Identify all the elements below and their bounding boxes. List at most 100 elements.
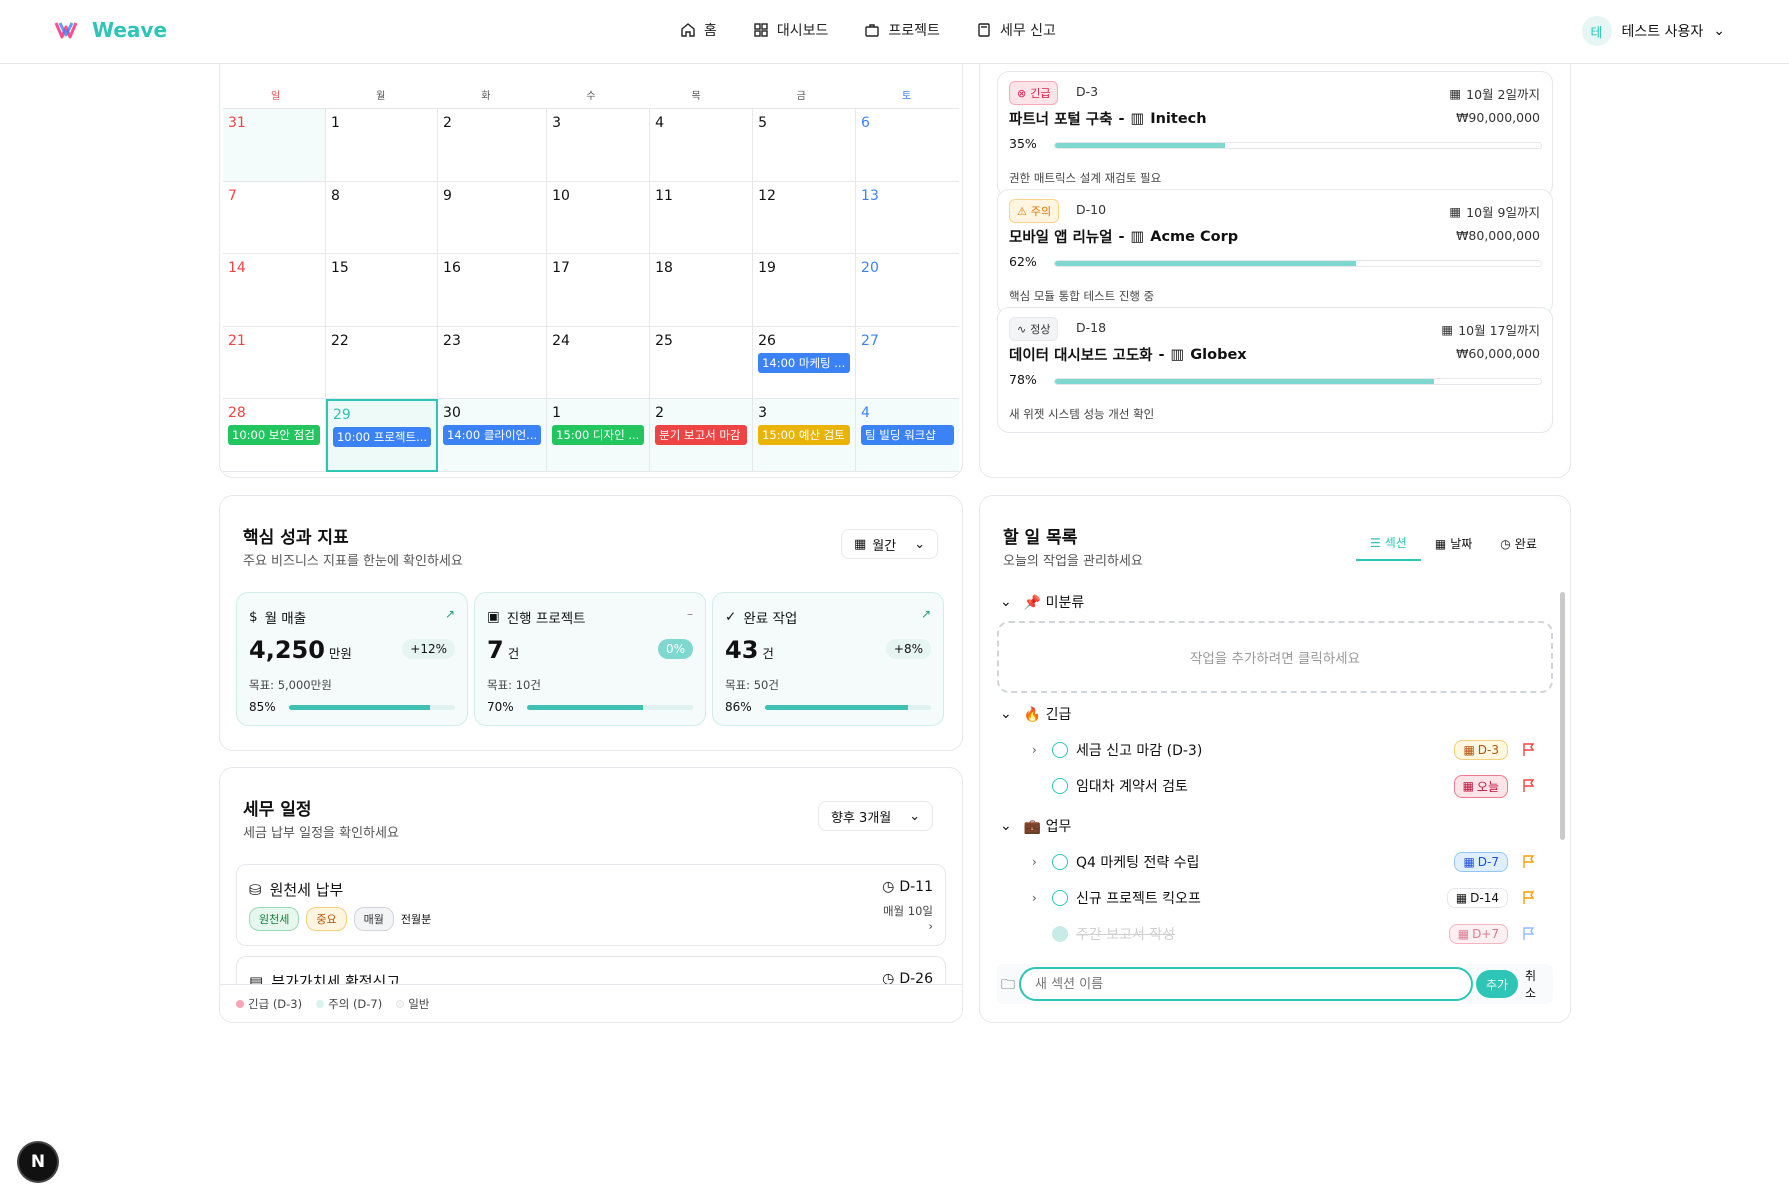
due-chip-label: D-3: [1477, 743, 1499, 757]
project-budget: ₩60,000,000: [1456, 346, 1540, 361]
calendar-day[interactable]: 25: [650, 326, 754, 399]
calendar-day[interactable]: 28 10:00 보안 점검: [223, 399, 326, 472]
calendar-day[interactable]: 19: [753, 254, 857, 327]
project-card[interactable]: ⚠ 주의 D-10 ▦ 10월 9일까지 모바일 앱 리뉴얼 - ▥ Acme Corp ₩80,…: [997, 189, 1553, 315]
flag-icon[interactable]: [1522, 743, 1536, 757]
calendar-event[interactable]: 15:00 예산 검토: [758, 425, 851, 445]
cancel-section-button[interactable]: 취소: [1517, 969, 1553, 1000]
chevron-right-icon[interactable]: ›: [1032, 891, 1046, 905]
tab-done[interactable]: ◷ 완료: [1486, 534, 1551, 561]
task-item[interactable]: › Q4 마케팅 전략 수립 ▦ D-7: [1032, 849, 1536, 875]
calendar-day[interactable]: 26 14:00 마케팅 ...: [753, 326, 857, 399]
calendar-day[interactable]: 21: [223, 326, 326, 399]
calendar-day[interactable]: 10: [547, 181, 651, 254]
calendar-day[interactable]: 30 14:00 클라이언...: [438, 399, 548, 472]
new-section-input[interactable]: [1019, 967, 1473, 1001]
calendar-day[interactable]: 12: [753, 181, 857, 254]
user-menu[interactable]: 테 테스트 사용자 ⌄: [1581, 16, 1725, 46]
calendar-day[interactable]: 2 분기 보고서 마감: [650, 399, 754, 472]
calendar-day[interactable]: 20: [856, 254, 959, 327]
flag-icon[interactable]: [1522, 779, 1536, 793]
calendar-day[interactable]: 14: [223, 254, 326, 327]
nav-dashboard[interactable]: 대시보드: [753, 20, 828, 40]
flag-icon[interactable]: [1522, 891, 1536, 905]
kpi-period-select[interactable]: ▦ 월간 ⌄: [841, 529, 939, 559]
legend-caution: 주의 (D-7): [316, 996, 382, 1012]
calendar-day[interactable]: 11: [650, 181, 754, 254]
calendar-day[interactable]: 24: [547, 326, 651, 399]
calendar-day[interactable]: 7: [223, 181, 326, 254]
group-urgent[interactable]: ⌄ 🔥 긴급: [1000, 704, 1071, 724]
calendar-event[interactable]: 15:00 디자인 ...: [552, 425, 645, 445]
calendar-event[interactable]: 10:00 보안 점검: [228, 425, 320, 445]
task-checkbox[interactable]: [1052, 926, 1068, 942]
add-task-dropzone[interactable]: 작업을 추가하려면 클릭하세요: [997, 621, 1553, 693]
tab-date[interactable]: ▦ 날짜: [1421, 534, 1486, 561]
task-checkbox[interactable]: [1052, 854, 1068, 870]
calendar-day[interactable]: 2: [438, 109, 548, 182]
calendar-event[interactable]: 팀 빌딩 워크샵: [861, 425, 954, 445]
kpi-metric-card[interactable]: $ 월 매출 ↗ 4,250 만원 +12% 목표: 5,000만원 85%: [236, 592, 468, 726]
calendar-day[interactable]: 23: [438, 326, 548, 399]
calendar-day[interactable]: 27: [856, 327, 959, 399]
calendar-day[interactable]: 17: [547, 254, 651, 327]
calendar-event[interactable]: 14:00 클라이언...: [443, 425, 542, 445]
flag-icon[interactable]: [1522, 855, 1536, 869]
calendar-day[interactable]: 29 10:00 프로젝트...: [325, 399, 439, 472]
nav-tax[interactable]: 세무 신고: [976, 20, 1056, 40]
add-section-button[interactable]: 추가: [1476, 970, 1519, 998]
project-card[interactable]: ∿ 정상 D-18 ▦ 10월 17일까지 데이터 대시보드 고도화 - ▥ Globex ₩60…: [997, 307, 1553, 433]
task-checkbox[interactable]: [1052, 778, 1068, 794]
calendar-day[interactable]: 22: [325, 326, 439, 399]
calendar-day[interactable]: 15: [325, 254, 439, 327]
calendar-day[interactable]: 3: [547, 109, 651, 182]
project-title: 파트너 포털 구축: [1009, 112, 1113, 128]
task-checkbox[interactable]: [1052, 890, 1068, 906]
calendar-day[interactable]: 6: [856, 109, 959, 182]
chevron-right-icon[interactable]: ›: [1032, 855, 1046, 869]
calendar-event[interactable]: 분기 보고서 마감: [655, 425, 748, 445]
building-icon: ▥: [1130, 228, 1145, 245]
calendar-day[interactable]: 13: [856, 182, 959, 254]
calendar-day-number: 28: [228, 405, 246, 421]
task-checkbox[interactable]: [1052, 742, 1068, 758]
brand[interactable]: Weave: [54, 18, 167, 42]
kpi-subtitle: 주요 비즈니스 지표를 한눈에 확인하세요: [243, 554, 463, 569]
calendar-event[interactable]: 10:00 프로젝트...: [332, 427, 432, 447]
calendar-event[interactable]: 14:00 마케팅 ...: [758, 352, 851, 373]
tax-item[interactable]: ⛁ 원천세 납부 ◷ D-11 원천세 중요 매월 전월분 매월 10일 ›: [236, 864, 946, 946]
calendar-day[interactable]: 18: [650, 254, 754, 327]
task-item[interactable]: › 세금 신고 마감 (D-3) ▦ D-3: [1032, 737, 1536, 763]
flag-icon[interactable]: [1522, 927, 1536, 941]
calendar-day[interactable]: 31: [223, 109, 326, 182]
kpi-metric-card[interactable]: ▣ 진행 프로젝트 – 7 건 0% 목표: 10건 70%: [474, 592, 706, 726]
task-item[interactable]: 임대차 계약서 검토 ▦ 오늘: [1032, 773, 1536, 799]
calendar-day[interactable]: 9: [438, 181, 548, 254]
calendar-day[interactable]: 1 15:00 디자인 ...: [547, 399, 651, 472]
group-uncategorized[interactable]: ⌄ 📌 미분류: [1000, 592, 1084, 612]
kpi-metric-card[interactable]: ✓ 완료 작업 ↗ 43 건 +8% 목표: 50건 86%: [712, 592, 944, 726]
calendar-day[interactable]: 4: [650, 109, 754, 182]
task-item[interactable]: 주간 보고서 작성 ▦ D+7: [1032, 921, 1536, 947]
next-dev-badge[interactable]: N: [19, 1143, 57, 1181]
group-work[interactable]: ⌄ 💼 업무: [1000, 816, 1071, 836]
calendar-day[interactable]: 16: [438, 254, 548, 327]
calendar-day[interactable]: 3 15:00 예산 검토: [753, 399, 857, 472]
task-item[interactable]: › 신규 프로젝트 킥오프 ▦ D-14: [1032, 885, 1536, 911]
calendar-day[interactable]: 4 팀 빌딩 워크샵: [856, 399, 959, 472]
tax-range-select[interactable]: 향후 3개월 ⌄: [818, 801, 934, 831]
calendar-day[interactable]: 8: [325, 181, 439, 254]
calendar-day[interactable]: 1: [325, 109, 439, 182]
chevron-right-icon[interactable]: ›: [1032, 743, 1046, 757]
tab-section[interactable]: ☰ 섹션: [1356, 534, 1421, 561]
warning-icon: ⚠: [1017, 204, 1027, 218]
nav-home[interactable]: 홈: [680, 20, 717, 40]
project-title: 모바일 앱 리뉴얼: [1009, 230, 1113, 246]
scrollbar[interactable]: [1560, 592, 1565, 840]
nav-projects[interactable]: 프로젝트: [864, 20, 940, 40]
project-card[interactable]: ⊗ 긴급 D-3 ▦ 10월 2일까지 파트너 포털 구축 - ▥ Initech ₩90,000…: [997, 71, 1553, 197]
calendar-day-number: 24: [552, 332, 570, 349]
calendar-day[interactable]: 5: [753, 109, 857, 182]
calendar-day-number: 30: [443, 405, 461, 421]
chevron-right-icon: ›: [928, 919, 933, 933]
